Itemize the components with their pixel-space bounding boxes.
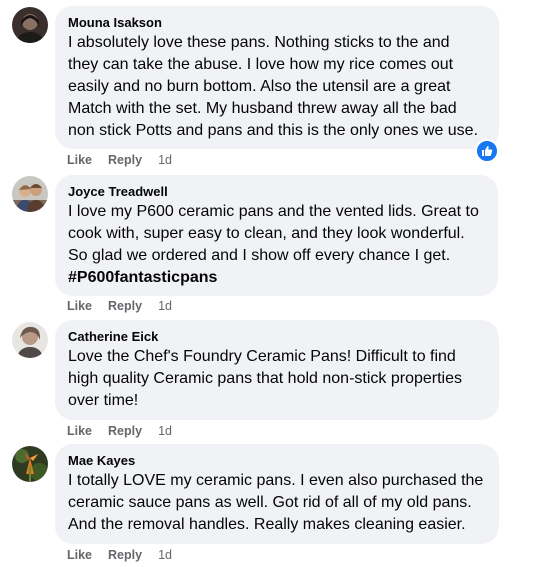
like-button[interactable]: Like (67, 299, 92, 313)
avatar[interactable] (12, 7, 48, 43)
comment-timestamp[interactable]: 1d (158, 299, 172, 313)
comment-bubble: Catherine Eick Love the Chef's Foundry C… (55, 320, 499, 420)
like-button[interactable]: Like (67, 153, 92, 167)
comment-text: I love my P600 ceramic pans and the vent… (68, 203, 479, 264)
comment-actions: Like Reply 1d (67, 151, 172, 169)
comment-text: Love the Chef's Foundry Ceramic Pans! Di… (68, 348, 462, 409)
comment-actions: Like Reply 1d (67, 422, 172, 440)
comment-author[interactable]: Mouna Isakson (68, 14, 487, 31)
hashtag-link[interactable]: #P600fantasticpans (68, 267, 486, 289)
comment-actions: Like Reply 1d (67, 546, 172, 564)
comment-timestamp[interactable]: 1d (158, 153, 172, 167)
avatar[interactable] (12, 446, 48, 482)
thumbs-up-icon (482, 146, 493, 156)
comment-author[interactable]: Joyce Treadwell (68, 183, 486, 200)
reply-button[interactable]: Reply (108, 424, 142, 438)
reply-button[interactable]: Reply (108, 153, 142, 167)
comment-actions: Like Reply 1d (67, 297, 172, 315)
like-button[interactable]: Like (67, 548, 92, 562)
comment-bubble: Joyce Treadwell I love my P600 ceramic p… (55, 175, 498, 296)
like-button[interactable]: Like (67, 424, 92, 438)
comment-text: I totally LOVE my ceramic pans. I even a… (68, 472, 484, 533)
reaction-badge[interactable] (475, 139, 499, 163)
comment-author[interactable]: Catherine Eick (68, 328, 487, 345)
comment-bubble: Mae Kayes I totally LOVE my ceramic pans… (55, 444, 499, 544)
comment-author[interactable]: Mae Kayes (68, 452, 487, 469)
comment-timestamp[interactable]: 1d (158, 424, 172, 438)
reply-button[interactable]: Reply (108, 548, 142, 562)
reply-button[interactable]: Reply (108, 299, 142, 313)
avatar[interactable] (12, 322, 48, 358)
comment-text: I absolutely love these pans. Nothing st… (68, 34, 479, 139)
comment-timestamp[interactable]: 1d (158, 548, 172, 562)
comment-bubble: Mouna Isakson I absolutely love these pa… (55, 6, 499, 149)
avatar[interactable] (12, 176, 48, 212)
